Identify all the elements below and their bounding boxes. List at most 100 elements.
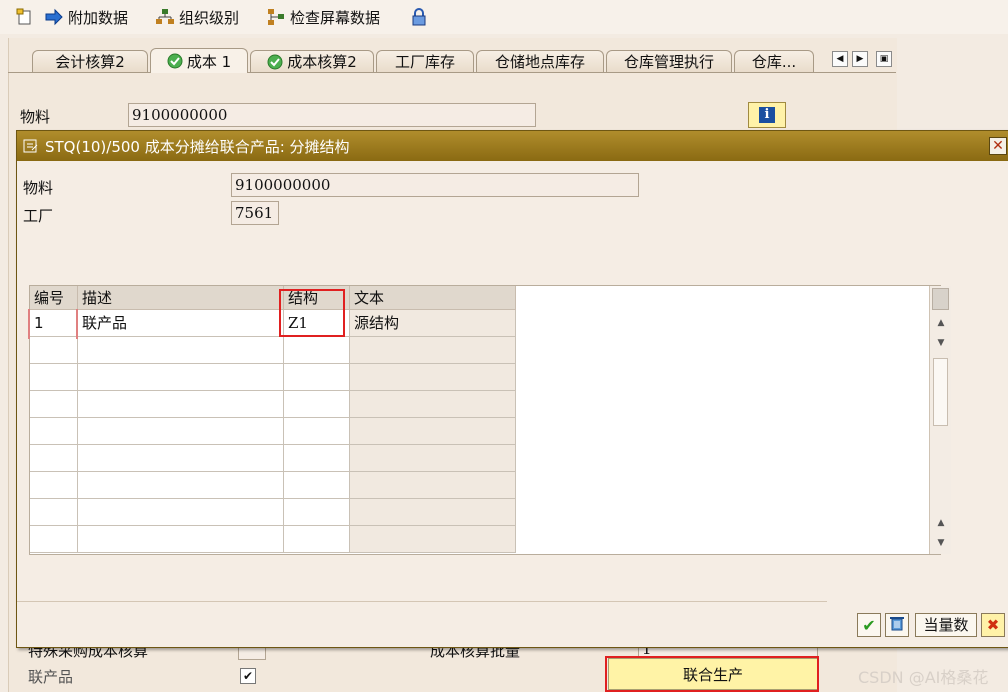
lock-button[interactable] bbox=[410, 6, 428, 28]
empty-cell[interactable] bbox=[284, 472, 350, 499]
dialog-plant-field: 7561 bbox=[231, 201, 279, 225]
dialog-close-button[interactable]: ✕ bbox=[989, 137, 1007, 155]
tab-label: 工厂库存 bbox=[394, 53, 455, 71]
tab-costing-1[interactable]: 成本 1 bbox=[150, 48, 248, 73]
dialog-title-bar: STQ(10)/500 成本分摊给联合产品: 分摊结构 ✕ bbox=[17, 131, 1008, 161]
scroll-down-icon[interactable]: ▼ bbox=[933, 336, 949, 350]
trash-icon bbox=[889, 615, 905, 635]
cancel-button[interactable]: ✖ bbox=[981, 613, 1005, 637]
empty-cell[interactable] bbox=[78, 445, 284, 472]
empty-cell[interactable] bbox=[30, 418, 78, 445]
tab-storage-location-stock[interactable]: 仓储地点库存 bbox=[476, 50, 604, 72]
empty-cell bbox=[350, 337, 516, 364]
empty-cell bbox=[350, 364, 516, 391]
co-product-label: 联产品 bbox=[28, 668, 74, 686]
empty-cell[interactable] bbox=[284, 526, 350, 553]
confirm-button[interactable]: ✔ bbox=[857, 613, 881, 637]
page-up-icon[interactable]: ▲ bbox=[933, 516, 949, 530]
empty-cell[interactable] bbox=[78, 364, 284, 391]
empty-cell[interactable] bbox=[78, 418, 284, 445]
toolbar: 附加数据 组织级别 检查屏幕数据 bbox=[0, 0, 1008, 34]
material-label: 物料 bbox=[20, 108, 51, 126]
check-screen-data-label: 检查屏幕数据 bbox=[290, 8, 381, 27]
tab-plant-stock[interactable]: 工厂库存 bbox=[376, 50, 474, 72]
dialog-material-field: 9100000000 bbox=[231, 173, 639, 197]
new-document-button[interactable] bbox=[16, 6, 34, 28]
empty-cell[interactable] bbox=[78, 472, 284, 499]
dialog-title: STQ(10)/500 成本分摊给联合产品: 分摊结构 bbox=[45, 137, 350, 156]
check-ok-icon bbox=[167, 53, 183, 69]
highlight-box-joint-production bbox=[605, 656, 819, 692]
arrow-right-icon bbox=[44, 8, 64, 26]
triangle-right-icon: ▶ bbox=[856, 54, 864, 64]
info-icon: i bbox=[759, 107, 775, 123]
triangle-left-icon: ◀ bbox=[836, 54, 844, 64]
tab-strip-line bbox=[8, 72, 896, 73]
tab-scroll-left-button[interactable]: ◀ bbox=[832, 51, 848, 67]
org-levels-button[interactable]: 组织级别 bbox=[155, 6, 239, 28]
empty-cell bbox=[350, 526, 516, 553]
dialog-material-label: 物料 bbox=[23, 179, 54, 197]
empty-cell[interactable] bbox=[78, 391, 284, 418]
watermark: CSDN @AI格桑花 bbox=[858, 668, 989, 687]
tab-label: 仓库管理执行 bbox=[623, 53, 714, 71]
lock-icon bbox=[410, 7, 428, 27]
empty-cell bbox=[350, 391, 516, 418]
equivalent-numbers-button[interactable]: 当量数 bbox=[915, 613, 977, 637]
org-levels-label: 组织级别 bbox=[179, 8, 240, 27]
empty-cell[interactable] bbox=[78, 337, 284, 364]
cell-description[interactable]: 联产品 bbox=[78, 310, 284, 337]
empty-cell[interactable] bbox=[284, 418, 350, 445]
empty-cell[interactable] bbox=[30, 472, 78, 499]
info-button[interactable]: i bbox=[748, 102, 786, 128]
dialog-plant-label: 工厂 bbox=[23, 207, 54, 225]
empty-cell[interactable] bbox=[30, 337, 78, 364]
col-header-description[interactable]: 描述 bbox=[78, 286, 284, 310]
new-document-icon bbox=[16, 8, 34, 26]
tab-accounting-2[interactable]: 会计核算2 bbox=[32, 50, 148, 72]
dialog-edit-icon bbox=[23, 138, 39, 154]
empty-cell[interactable] bbox=[30, 499, 78, 526]
empty-cell[interactable] bbox=[284, 445, 350, 472]
tab-costing-2[interactable]: 成本核算2 bbox=[250, 50, 374, 72]
dialog-divider bbox=[17, 601, 827, 602]
tab-warehouse-mgmt[interactable]: 仓库管理执行 bbox=[606, 50, 732, 72]
material-field[interactable]: 9100000000 bbox=[128, 103, 536, 127]
scroll-thumb[interactable] bbox=[933, 358, 948, 426]
empty-cell[interactable] bbox=[284, 499, 350, 526]
scroll-up-icon[interactable]: ▲ bbox=[933, 316, 949, 330]
cell-text: 源结构 bbox=[350, 310, 516, 337]
empty-cell[interactable] bbox=[284, 337, 350, 364]
allocation-structure-dialog: STQ(10)/500 成本分摊给联合产品: 分摊结构 ✕ 物料 9100000… bbox=[16, 130, 1008, 648]
empty-cell[interactable] bbox=[284, 364, 350, 391]
empty-cell bbox=[350, 418, 516, 445]
tab-warehouse-more[interactable]: 仓库... bbox=[734, 50, 814, 72]
empty-cell[interactable] bbox=[30, 391, 78, 418]
empty-cell bbox=[350, 499, 516, 526]
additional-data-button[interactable]: 附加数据 bbox=[44, 6, 128, 28]
col-header-number[interactable]: 编号 bbox=[30, 286, 78, 310]
tab-list-button[interactable]: ▣ bbox=[876, 51, 892, 67]
tab-label: 仓储地点库存 bbox=[494, 53, 585, 71]
page-down-icon[interactable]: ▼ bbox=[933, 536, 949, 550]
empty-cell[interactable] bbox=[30, 364, 78, 391]
empty-cell[interactable] bbox=[78, 499, 284, 526]
empty-cell bbox=[350, 445, 516, 472]
tab-scroll-right-button[interactable]: ▶ bbox=[852, 51, 868, 67]
table-vertical-scrollbar[interactable]: ▲ ▼ ▲ ▼ bbox=[929, 286, 951, 554]
column-config-button[interactable] bbox=[932, 288, 949, 310]
empty-cell[interactable] bbox=[78, 526, 284, 553]
tab-label: 成本核算2 bbox=[287, 53, 357, 71]
col-header-text[interactable]: 文本 bbox=[350, 286, 516, 310]
checkmark-icon: ✔ bbox=[862, 615, 876, 635]
empty-cell[interactable] bbox=[30, 445, 78, 472]
close-icon: ✕ bbox=[992, 138, 1004, 154]
check-screen-data-button[interactable]: 检查屏幕数据 bbox=[266, 6, 380, 28]
empty-cell[interactable] bbox=[30, 526, 78, 553]
checkmark-icon: ✔ bbox=[242, 669, 254, 683]
empty-cell[interactable] bbox=[284, 391, 350, 418]
co-product-checkbox[interactable]: ✔ bbox=[240, 668, 256, 684]
highlight-box-structure bbox=[279, 289, 345, 337]
cancel-x-icon: ✖ bbox=[986, 616, 1000, 634]
delete-button[interactable] bbox=[885, 613, 909, 637]
